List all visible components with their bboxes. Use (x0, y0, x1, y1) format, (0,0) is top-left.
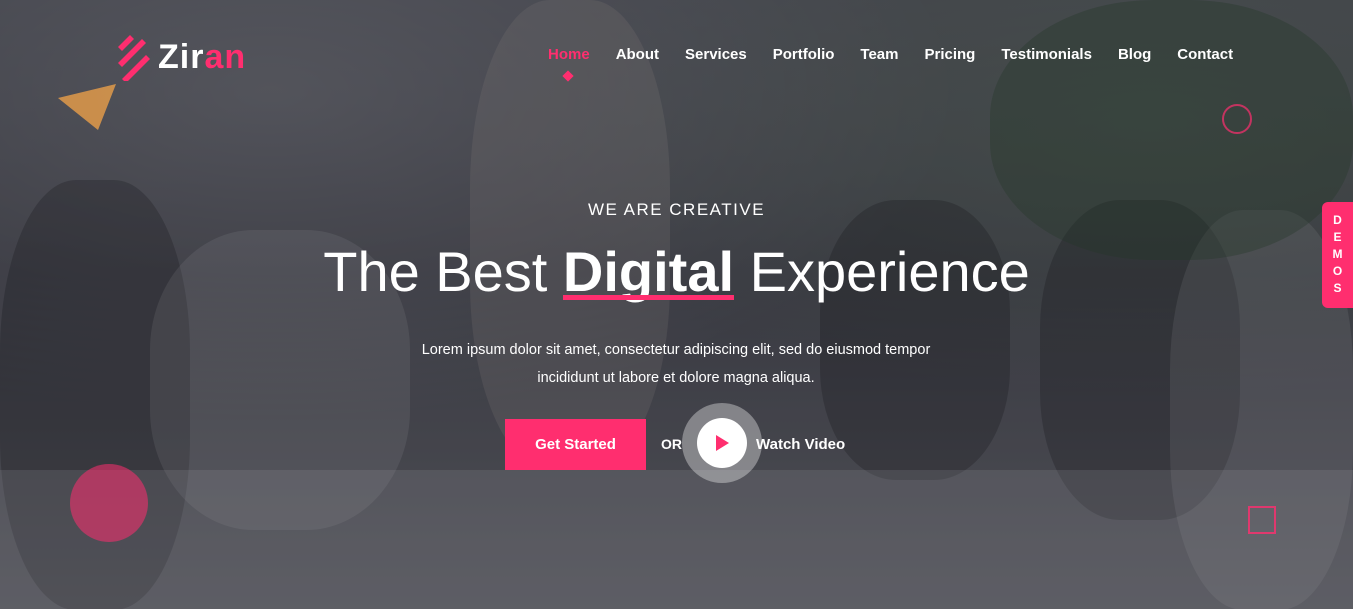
nav-item-about[interactable]: About (616, 46, 659, 63)
square-outline-decoration-icon (1248, 506, 1276, 534)
description-line-1: Lorem ipsum dolor sit amet, consectetur … (421, 342, 931, 358)
get-started-button[interactable]: Get Started (505, 419, 646, 470)
nav-item-home[interactable]: Home (548, 46, 590, 63)
headline-highlight: Digital (562, 240, 735, 303)
play-video-button[interactable] (682, 403, 762, 483)
hero-description: Lorem ipsum dolor sit amet, consectetur … (376, 336, 976, 392)
circle-outline-decoration-icon (1222, 104, 1252, 134)
headline-pre: The Best (323, 240, 563, 303)
dark-overlay (0, 0, 1353, 609)
headline-post: Experience (734, 240, 1030, 303)
hero-eyebrow: WE ARE CREATIVE (587, 200, 766, 219)
nav-item-pricing[interactable]: Pricing (924, 46, 975, 63)
brand-name: Ziran (158, 37, 247, 76)
play-button-inner[interactable] (697, 418, 747, 468)
brand-logo[interactable]: Ziran (116, 33, 246, 81)
description-line-2: incididunt ut labore et dolore magna ali… (537, 370, 815, 386)
nav-item-services[interactable]: Services (685, 46, 747, 63)
pink-circle-decoration-icon (70, 464, 148, 542)
nav-item-blog[interactable]: Blog (1118, 46, 1151, 63)
watch-video-link[interactable]: Watch Video (756, 436, 845, 453)
nav-item-portfolio[interactable]: Portfolio (773, 46, 835, 63)
logo-mark-icon (118, 35, 150, 81)
nav-item-team[interactable]: Team (860, 46, 898, 63)
or-separator: OR (661, 436, 682, 452)
hero-headline: The Best Digital Experience (0, 240, 1353, 304)
nav-item-testimonials[interactable]: Testimonials (1001, 46, 1092, 63)
play-icon (716, 435, 729, 451)
hero-background (0, 0, 1353, 609)
nav-item-contact[interactable]: Contact (1177, 46, 1233, 63)
triangle-decoration-icon (58, 84, 116, 130)
main-nav: Home About Services Portfolio Team Prici… (548, 46, 1259, 63)
